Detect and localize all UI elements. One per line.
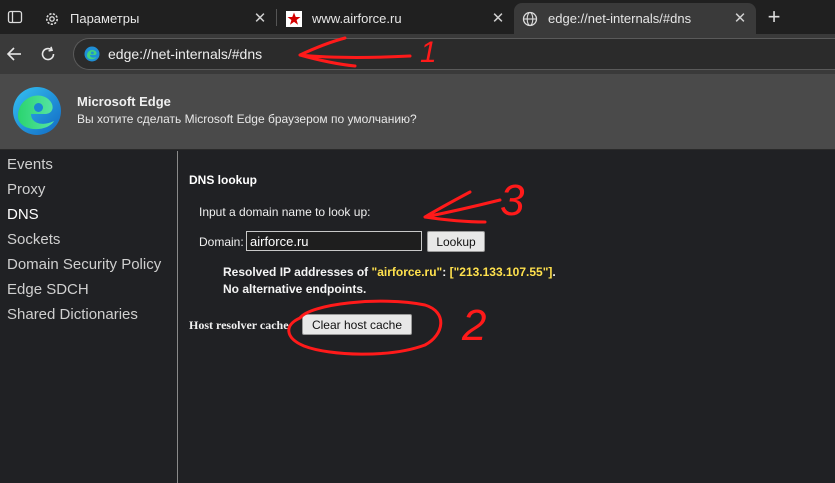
resolved-ip-line: Resolved IP addresses of "airforce.ru": … xyxy=(223,264,556,281)
close-tab-icon[interactable]: ✕ xyxy=(732,10,748,27)
tab-net-internals[interactable]: edge://net-internals/#dns ✕ xyxy=(514,3,756,34)
browser-toolbar xyxy=(0,34,835,74)
tab-settings[interactable]: Параметры ✕ xyxy=(36,3,276,34)
edge-logo-icon xyxy=(84,46,100,62)
close-tab-icon[interactable]: ✕ xyxy=(490,10,506,27)
sidebar-item-events[interactable]: Events xyxy=(7,156,53,173)
sidebar-item-domain-security-policy[interactable]: Domain Security Policy xyxy=(7,256,161,273)
tab-title: www.airforce.ru xyxy=(312,11,402,26)
clear-host-cache-button[interactable]: Clear host cache xyxy=(302,314,412,335)
tab-title: edge://net-internals/#dns xyxy=(548,11,692,26)
infobar-title: Microsoft Edge xyxy=(77,94,171,109)
net-internals-page: Events Proxy DNS Sockets Domain Security… xyxy=(0,151,835,483)
plus-icon: + xyxy=(767,4,781,29)
sidebar-item-shared-dictionaries[interactable]: Shared Dictionaries xyxy=(7,306,138,323)
result-colon: : xyxy=(442,265,450,279)
net-internals-sidebar: Events Proxy DNS Sockets Domain Security… xyxy=(0,151,178,483)
gear-icon xyxy=(46,12,58,25)
sidebar-item-dns[interactable]: DNS xyxy=(7,206,39,223)
tab-divider xyxy=(276,9,277,26)
dns-panel: DNS lookup Input a domain name to look u… xyxy=(179,151,835,483)
back-button[interactable] xyxy=(0,40,28,68)
back-arrow-icon xyxy=(6,47,21,61)
sidebar-item-edge-sdch[interactable]: Edge SDCH xyxy=(7,281,89,298)
dns-lookup-prompt: Input a domain name to look up: xyxy=(199,205,371,219)
close-tab-icon[interactable]: ✕ xyxy=(252,10,268,27)
lookup-button[interactable]: Lookup xyxy=(427,231,485,252)
domain-input[interactable] xyxy=(246,231,422,251)
red-star-icon xyxy=(286,10,302,27)
tab-title: Параметры xyxy=(70,11,140,26)
sidebar-item-proxy[interactable]: Proxy xyxy=(7,181,45,198)
url-input[interactable] xyxy=(108,46,508,62)
tab-strip: Параметры ✕ www.airforce.ru ✕ edge://net… xyxy=(0,0,835,34)
result-suffix: . xyxy=(552,265,556,279)
refresh-button[interactable] xyxy=(34,40,62,68)
default-browser-infobar: Microsoft Edge Вы хотите сделать Microso… xyxy=(0,74,835,150)
refresh-icon xyxy=(41,46,55,61)
dns-lookup-result: Resolved IP addresses of "airforce.ru": … xyxy=(223,264,556,298)
tab-actions-icon xyxy=(7,10,23,24)
microsoft-edge-logo xyxy=(13,87,61,135)
result-ip-list: ["213.133.107.55"] xyxy=(449,265,553,279)
domain-label: Domain: xyxy=(199,235,244,249)
new-tab-button[interactable]: + xyxy=(760,3,788,31)
host-resolver-cache-label: Host resolver cache xyxy=(189,318,289,332)
dns-lookup-heading: DNS lookup xyxy=(189,173,257,187)
result-prefix: Resolved IP addresses of xyxy=(223,265,372,279)
sidebar-item-sockets[interactable]: Sockets xyxy=(7,231,60,248)
result-domain: "airforce.ru" xyxy=(371,265,443,279)
tab-airforce[interactable]: www.airforce.ru ✕ xyxy=(278,3,514,34)
infobar-message: Вы хотите сделать Microsoft Edge браузер… xyxy=(77,112,417,126)
alternative-endpoints-line: No alternative endpoints. xyxy=(223,282,367,296)
address-bar[interactable] xyxy=(73,38,835,70)
globe-icon xyxy=(522,11,538,26)
tab-actions-button[interactable] xyxy=(0,0,30,34)
